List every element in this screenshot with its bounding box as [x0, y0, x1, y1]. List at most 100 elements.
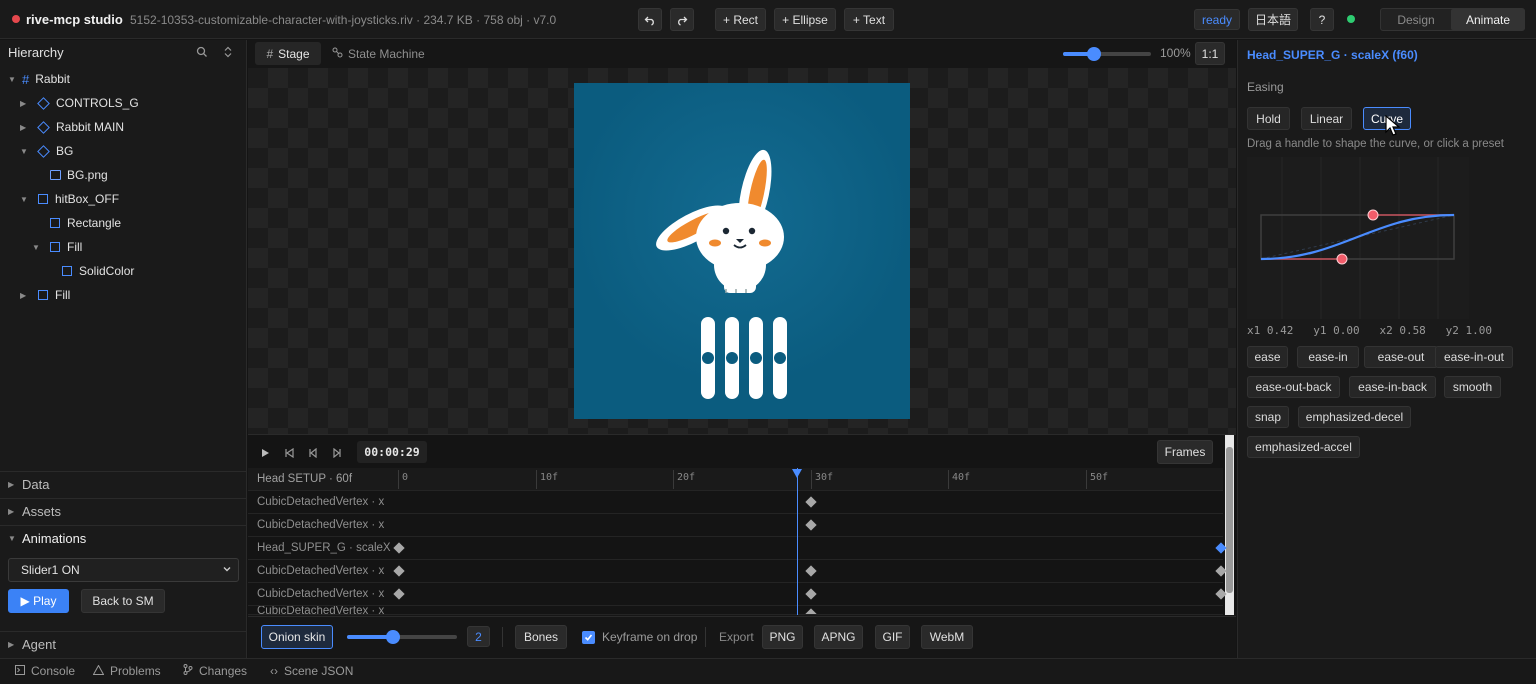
branch-icon — [183, 664, 193, 678]
export-apng-button[interactable]: APNG — [814, 625, 863, 649]
tab-console[interactable]: Console — [15, 664, 75, 678]
animation-select[interactable]: Slider1 ON — [8, 558, 239, 582]
timeline-scrollbar[interactable] — [1225, 435, 1234, 615]
add-rect-button[interactable]: + Rect — [715, 8, 766, 31]
section-data[interactable]: ▶ Data — [0, 471, 247, 497]
undo-button[interactable] — [638, 8, 662, 31]
keyframe[interactable] — [805, 608, 817, 614]
keyframe[interactable] — [805, 496, 817, 508]
easing-linear-button[interactable]: Linear — [1301, 107, 1352, 130]
expanded-caret-icon[interactable]: ▼ — [20, 195, 30, 204]
onion-skin-slider[interactable] — [347, 630, 457, 644]
artboard[interactable] — [574, 83, 910, 419]
expanded-caret-icon[interactable]: ▼ — [20, 147, 30, 156]
warning-icon — [92, 664, 105, 678]
help-button[interactable]: ? — [1310, 8, 1334, 31]
play-animation-button[interactable]: ▶ Play — [8, 589, 69, 613]
tree-item-solidcolor[interactable]: SolidColor — [62, 260, 134, 282]
keyframe-on-drop-checkbox[interactable] — [582, 631, 595, 644]
collapse-toggle-icon[interactable] — [222, 46, 234, 61]
preset-ease-in-out[interactable]: ease-in-out — [1435, 346, 1513, 368]
zoom-reset-button[interactable]: 1:1 — [1195, 42, 1225, 65]
section-animations[interactable]: ▼ Animations — [0, 525, 247, 551]
tree-item-fill[interactable]: ▼ Fill — [32, 236, 82, 258]
preset-ease-in[interactable]: ease-in — [1297, 346, 1359, 368]
preset-emphasized-accel[interactable]: emphasized-accel — [1247, 436, 1360, 458]
timeline-ruler[interactable]: Head SETUP · 60f 0 10f 20f 30f 40f 50f — [248, 468, 1223, 491]
timeline-track[interactable]: CubicDetachedVertex · x — [248, 560, 1227, 583]
timeline-track[interactable]: CubicDetachedVertex · x — [248, 583, 1227, 606]
export-gif-button[interactable]: GIF — [875, 625, 910, 649]
frames-button[interactable]: Frames — [1157, 440, 1213, 464]
expanded-caret-icon[interactable]: ▼ — [8, 75, 18, 84]
back-to-sm-button[interactable]: Back to SM — [81, 589, 165, 613]
collapsed-caret-icon[interactable]: ▶ — [20, 123, 30, 132]
redo-button[interactable] — [670, 8, 694, 31]
tab-problems[interactable]: Problems — [92, 664, 161, 678]
curve-hint: Drag a handle to shape the curve, or cli… — [1247, 138, 1504, 150]
playhead-handle[interactable] — [792, 469, 802, 478]
collapsed-caret-icon[interactable]: ▶ — [20, 99, 30, 108]
play-icon[interactable] — [260, 447, 270, 461]
preset-ease-in-back[interactable]: ease-in-back — [1349, 376, 1436, 398]
tab-stage[interactable]: # Stage — [255, 42, 321, 65]
onion-skin-toggle[interactable]: Onion skin — [261, 625, 333, 649]
tree-item-rabbit[interactable]: ▼ # Rabbit — [8, 68, 70, 90]
timeline-track[interactable]: CubicDetachedVertex · x — [248, 491, 1223, 514]
timeline-track[interactable]: CubicDetachedVertex · x — [248, 606, 1223, 615]
mode-animate[interactable]: Animate — [1451, 9, 1525, 30]
tree-item-rectangle[interactable]: Rectangle — [50, 212, 121, 234]
tick-mark — [948, 470, 949, 489]
onion-slider-thumb[interactable] — [386, 630, 400, 644]
preset-ease-out[interactable]: ease-out — [1364, 346, 1438, 368]
playhead[interactable] — [797, 468, 798, 615]
step-forward-icon[interactable] — [332, 447, 342, 461]
export-webm-button[interactable]: WebM — [921, 625, 973, 649]
tab-state-machine[interactable]: State Machine — [332, 42, 425, 65]
tree-item-bg[interactable]: ▼ BG — [20, 140, 73, 162]
tick-label: 0 — [402, 472, 409, 483]
easing-hold-button[interactable]: Hold — [1247, 107, 1290, 130]
left-panel: Hierarchy ▼ # Rabbit ▶ CONTROLS_G ▶ Rabb… — [0, 40, 247, 658]
language-button[interactable]: 日本語 — [1248, 8, 1298, 31]
tree-item-rabbit-main[interactable]: ▶ Rabbit MAIN — [20, 116, 124, 138]
group-icon — [37, 144, 50, 158]
rabbit-character[interactable] — [574, 83, 910, 419]
preset-smooth[interactable]: smooth — [1444, 376, 1501, 398]
expanded-caret-icon[interactable]: ▼ — [32, 243, 42, 252]
collapsed-caret-icon[interactable]: ▶ — [20, 291, 30, 300]
tick-mark — [1086, 470, 1087, 489]
tree-item-controls-g[interactable]: ▶ CONTROLS_G — [20, 92, 139, 114]
divider — [502, 627, 503, 647]
tree-item-fill-2[interactable]: ▶ Fill — [20, 284, 70, 306]
keyframe[interactable] — [805, 588, 817, 600]
preset-ease-out-back[interactable]: ease-out-back — [1247, 376, 1340, 398]
tab-scene-json[interactable]: ‹› Scene JSON — [270, 664, 353, 678]
zoom-slider-thumb[interactable] — [1087, 47, 1101, 61]
tab-changes[interactable]: Changes — [183, 664, 247, 678]
step-back-icon[interactable] — [308, 447, 318, 461]
add-text-button[interactable]: + Text — [844, 8, 894, 31]
section-agent[interactable]: ▶ Agent — [0, 631, 247, 657]
add-ellipse-button[interactable]: + Ellipse — [774, 8, 836, 31]
section-assets[interactable]: ▶ Assets — [0, 498, 247, 524]
tree-item-bg-png[interactable]: BG.png — [50, 164, 108, 186]
skip-start-icon[interactable] — [284, 447, 294, 461]
zoom-slider[interactable] — [1063, 47, 1151, 61]
stage-canvas[interactable] — [248, 68, 1236, 474]
preset-emphasized-decel[interactable]: emphasized-decel — [1298, 406, 1411, 428]
timeline-track[interactable]: CubicDetachedVertex · x — [248, 514, 1223, 537]
preset-snap[interactable]: snap — [1247, 406, 1289, 428]
tree-item-hitbox-off[interactable]: ▼ hitBox_OFF — [20, 188, 119, 210]
export-png-button[interactable]: PNG — [762, 625, 803, 649]
bezier-curve-graph[interactable] — [1247, 157, 1469, 319]
bezier-curve-editor[interactable] — [1247, 157, 1469, 319]
mode-design[interactable]: Design — [1381, 9, 1451, 30]
preset-ease[interactable]: ease — [1247, 346, 1288, 368]
search-icon[interactable] — [196, 46, 208, 61]
keyframe[interactable] — [805, 519, 817, 531]
timeline-track[interactable]: Head_SUPER_G · scaleX — [248, 537, 1227, 560]
keyframe[interactable] — [805, 565, 817, 577]
bones-button[interactable]: Bones — [515, 625, 567, 649]
scrollbar-thumb[interactable] — [1226, 447, 1233, 593]
